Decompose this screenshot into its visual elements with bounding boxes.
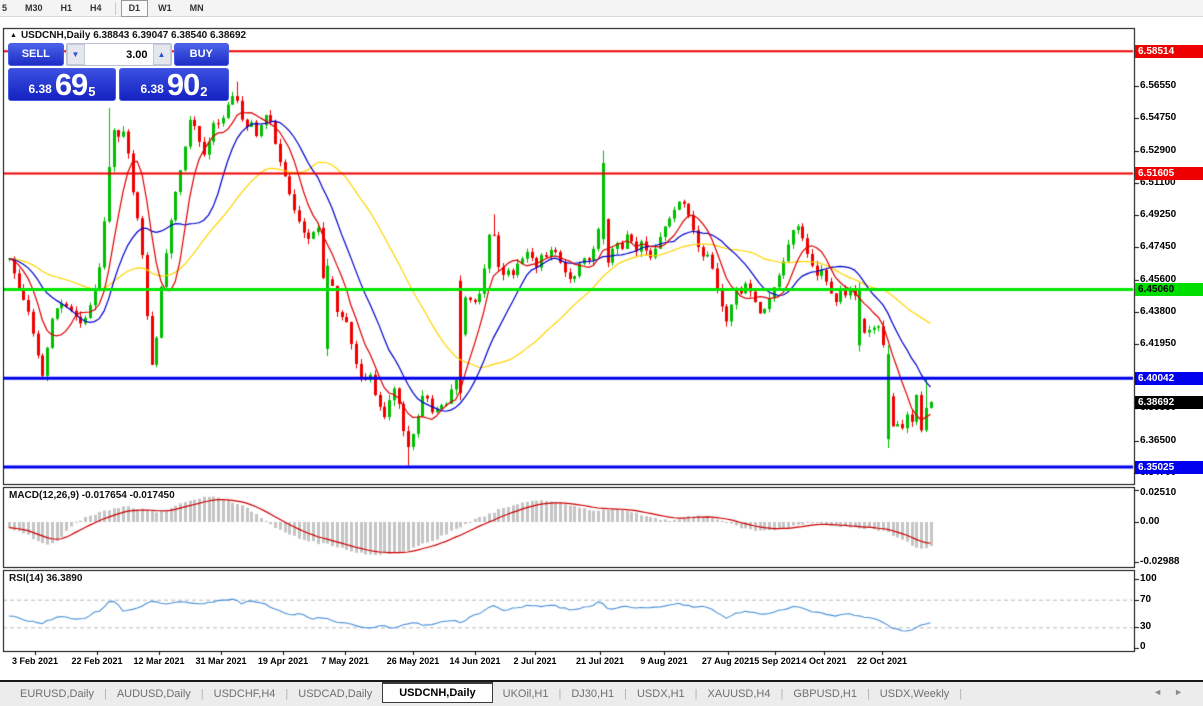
sell-button[interactable]: SELL: [8, 43, 64, 66]
tab-scroll-left-icon[interactable]: ◄: [1153, 687, 1174, 697]
rsi-axis-label: 70: [1140, 593, 1152, 605]
symbol-tab-usdx-h1[interactable]: USDX,H1: [627, 685, 695, 703]
collapse-panel-icon[interactable]: ▲: [10, 32, 17, 39]
macd-indicator-label: MACD(12,26,9) -0.017654 -0.017450: [9, 490, 175, 501]
price-level-badge: 6.58514: [1135, 44, 1203, 58]
price-level-badge: 6.35025: [1135, 460, 1203, 474]
macd-axis-label: 0.02510: [1140, 487, 1177, 498]
macd-axis-label: 0.00: [1140, 516, 1160, 527]
volume-decrease-icon[interactable]: ▼: [66, 44, 85, 65]
price-chart-canvas[interactable]: [0, 0, 1203, 680]
price-axis-label: 6.47450: [1140, 241, 1177, 253]
symbol-tab-audusd-daily[interactable]: AUDUSD,Daily: [107, 685, 201, 703]
volume-input[interactable]: [84, 44, 153, 65]
tab-scroll-arrows[interactable]: ◄►: [1153, 687, 1195, 697]
date-axis-label: 14 Jun 2021: [449, 656, 501, 666]
date-axis-label: 19 Apr 2021: [257, 656, 309, 666]
rsi-axis-label: 0: [1140, 641, 1146, 652]
volume-stepper: ▼ ▲: [65, 43, 172, 66]
buy-price-prefix: 6.38: [140, 82, 164, 96]
volume-increase-icon[interactable]: ▲: [152, 44, 171, 65]
price-axis-label: 6.49250: [1140, 209, 1177, 221]
trading-terminal-window: 5M30H1H4D1W1MN ▲USDCNH,Daily 6.38843 6.3…: [0, 0, 1203, 706]
symbol-tab-eurusd-daily[interactable]: EURUSD,Daily: [10, 685, 104, 703]
date-axis-label: 2 Jul 2021: [513, 656, 557, 666]
chart-title: ▲ USDCNH,Daily 6.38843 6.39047 6.38540 6.…: [10, 30, 246, 41]
tab-scroll-right-icon[interactable]: ►: [1174, 687, 1195, 697]
date-axis-label: 26 May 2021: [386, 656, 440, 666]
symbol-tab-gbpusd-h1[interactable]: GBPUSD,H1: [783, 685, 867, 703]
date-axis-label: 4 Oct 2021: [801, 656, 847, 666]
date-axis-label: 31 Mar 2021: [195, 656, 247, 666]
sell-price-prefix: 6.38: [28, 82, 52, 96]
buy-price-box[interactable]: 6.38 90 2: [119, 68, 229, 101]
sell-price-superscript: 5: [88, 84, 96, 99]
date-axis-label: 22 Oct 2021: [856, 656, 908, 666]
price-level-badge: 6.38692: [1135, 395, 1203, 409]
symbol-tab-usdcad-daily[interactable]: USDCAD,Daily: [288, 685, 382, 703]
symbol-tab-usdchf-h4[interactable]: USDCHF,H4: [204, 685, 286, 703]
buy-price-big: 90: [166, 67, 200, 102]
date-axis-label: 15 Sep 2021: [749, 656, 801, 666]
date-axis-label: 9 Aug 2021: [640, 656, 688, 666]
chart-symbol-label: USDCNH,Daily: [20, 30, 91, 41]
sell-price-box[interactable]: 6.38 69 5: [8, 68, 116, 101]
chart-ohlc-values: 6.38843 6.39047 6.38540 6.38692: [93, 30, 247, 41]
rsi-axis-label: 100: [1140, 573, 1157, 584]
price-level-badge: 6.40042: [1135, 371, 1203, 385]
date-axis-label: 27 Aug 2021: [701, 656, 755, 666]
buy-button[interactable]: BUY: [173, 43, 229, 66]
date-axis-label: 21 Jul 2021: [575, 656, 625, 666]
price-axis-label: 6.52900: [1140, 144, 1177, 156]
date-axis-label: 7 May 2021: [321, 656, 369, 666]
date-axis-label: 3 Feb 2021: [11, 656, 59, 666]
symbol-tab-ukoil-h1[interactable]: UKOil,H1: [493, 685, 559, 703]
date-axis-label: 12 Mar 2021: [133, 656, 185, 666]
buy-price-superscript: 2: [200, 84, 208, 99]
symbol-tab-bar: EURUSD,Daily | AUDUSD,Daily | USDCHF,H4 | USDC…: [0, 680, 1203, 706]
price-axis-label: 6.41950: [1140, 338, 1177, 350]
symbol-tab-usdcnh-daily[interactable]: USDCNH,Daily: [382, 682, 493, 703]
rsi-axis-label: 30: [1140, 621, 1152, 633]
price-axis-label: 6.54750: [1140, 111, 1177, 123]
date-axis-label: 22 Feb 2021: [71, 656, 123, 666]
price-axis-label: 6.56550: [1140, 80, 1177, 92]
price-axis-label: 6.36500: [1140, 434, 1177, 446]
rsi-indicator-label: RSI(14) 36.3890: [9, 573, 83, 584]
macd-axis-label: -0.02988: [1140, 555, 1180, 567]
symbol-tab-xauusd-h4[interactable]: XAUUSD,H4: [698, 685, 781, 703]
symbol-tab-dj30-h1[interactable]: DJ30,H1: [561, 685, 624, 703]
sell-price-big: 69: [54, 67, 88, 102]
one-click-trading-panel: SELL ▼ ▲ BUY 6.38695 6.38902: [8, 43, 229, 101]
price-level-badge: 6.51605: [1135, 167, 1203, 181]
tab-divider: |: [959, 688, 963, 700]
price-axis-label: 6.43800: [1140, 305, 1177, 317]
price-level-badge: 6.45060: [1135, 282, 1203, 296]
symbol-tab-usdx-weekly[interactable]: USDX,Weekly: [870, 685, 959, 703]
